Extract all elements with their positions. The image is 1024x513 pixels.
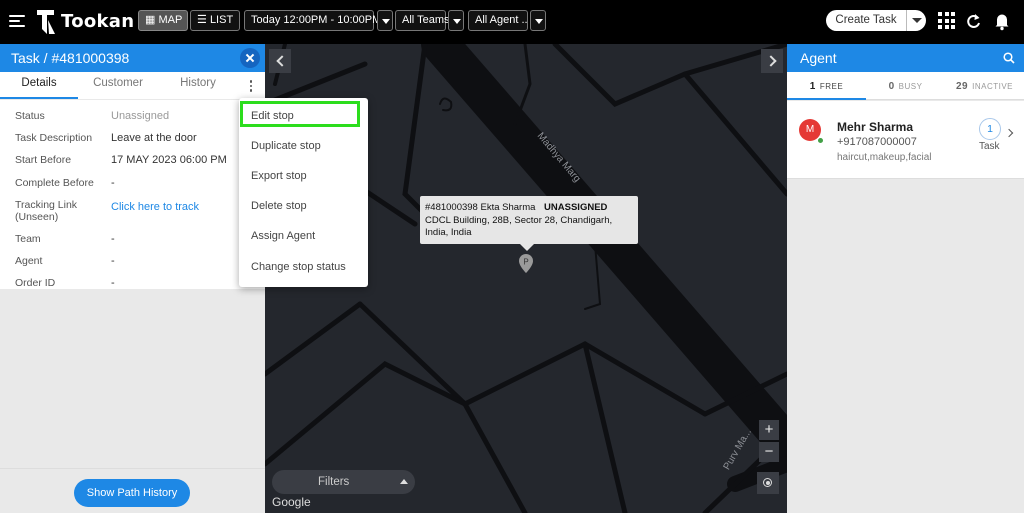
- agent-panel-header: Agent: [787, 44, 1024, 72]
- list-icon: ☰: [197, 14, 207, 26]
- tooltip-status: UNASSIGNED: [544, 202, 608, 213]
- tab-inactive-agents[interactable]: 29 INACTIVE: [945, 72, 1024, 100]
- tab-details[interactable]: Details: [0, 72, 78, 99]
- stop-actions-menu: Edit stop Duplicate stop Export stop Del…: [239, 98, 368, 287]
- tooltip-task-id: #481000398: [425, 202, 478, 213]
- detail-label: Order ID: [15, 277, 56, 289]
- team-filter-value: All Teams: [402, 14, 450, 26]
- map-icon: ▦: [145, 14, 156, 26]
- detail-value: Unassigned: [111, 110, 170, 122]
- menu-item-delete-stop[interactable]: Delete stop: [251, 200, 307, 212]
- logo-text: Tookan: [61, 11, 135, 32]
- tab-customer[interactable]: Customer: [78, 72, 158, 99]
- tab-count: 29: [955, 81, 969, 92]
- map-view-button[interactable]: ▦ MAP: [138, 10, 188, 31]
- tab-count: 1: [809, 81, 816, 92]
- tab-busy-agents[interactable]: 0 BUSY: [866, 72, 945, 100]
- tooltip-customer: Ekta Sharma: [480, 202, 536, 213]
- collapse-left-panel-chevron-icon[interactable]: [269, 49, 291, 73]
- detail-label: Agent: [15, 255, 43, 267]
- agent-panel-title: Agent: [800, 50, 837, 66]
- menu-item-duplicate-stop[interactable]: Duplicate stop: [251, 140, 321, 152]
- menu-item-edit-stop[interactable]: Edit stop: [251, 110, 294, 122]
- notification-bell-icon[interactable]: [993, 10, 1011, 32]
- hamburger-menu-icon[interactable]: [9, 15, 25, 27]
- list-view-button[interactable]: ☰ LIST: [190, 10, 240, 31]
- agent-tags: haircut,makeup,facial: [837, 152, 932, 163]
- create-task-button[interactable]: Create Task: [826, 10, 906, 31]
- detail-label: Complete Before: [15, 177, 94, 189]
- menu-item-assign-agent[interactable]: Assign Agent: [251, 230, 315, 242]
- task-details: Status Unassigned Task Description Leave…: [0, 100, 265, 289]
- time-filter-select[interactable]: Today 12:00PM - 10:00PM: [244, 10, 381, 31]
- agent-list-item[interactable]: M Mehr Sharma +917087000007 haircut,make…: [787, 101, 1024, 179]
- task-tabs: Details Customer History: [0, 72, 265, 99]
- refresh-icon[interactable]: [965, 10, 983, 32]
- filters-label: Filters: [318, 476, 350, 488]
- time-filter-value: Today 12:00PM - 10:00PM: [251, 14, 382, 26]
- top-bar: Tookan ▦ MAP ☰ LIST Today 12:00PM - 10:0…: [0, 0, 1024, 44]
- detail-value: -: [111, 277, 115, 289]
- detail-value: 17 MAY 2023 06:00 PM: [111, 154, 227, 166]
- show-path-history-button[interactable]: Show Path History: [74, 479, 190, 507]
- menu-item-export-stop[interactable]: Export stop: [251, 170, 307, 182]
- task-marker-tooltip: #481000398 Ekta Sharma UNASSIGNED CDCL B…: [420, 196, 638, 251]
- tab-count: 0: [888, 81, 895, 92]
- time-filter-chevron-down-icon[interactable]: [377, 10, 393, 31]
- my-location-icon[interactable]: [757, 472, 779, 494]
- detail-value: Leave at the door: [111, 132, 197, 144]
- detail-label: Status: [15, 110, 45, 122]
- task-location-pin-icon[interactable]: P: [518, 254, 534, 274]
- map-view-label: MAP: [158, 14, 183, 26]
- agent-filter-chevron-down-icon[interactable]: [530, 10, 546, 31]
- more-options-icon[interactable]: [246, 80, 256, 94]
- list-view-label: LIST: [209, 14, 234, 26]
- filters-button[interactable]: Filters: [272, 470, 415, 494]
- svg-text:P: P: [523, 258, 528, 267]
- detail-label: Tracking Link (Unseen): [15, 199, 78, 223]
- detail-value: -: [111, 233, 115, 245]
- zoom-out-button[interactable]: −: [759, 442, 779, 462]
- tab-label: INACTIVE: [972, 82, 1014, 91]
- tookan-logo-icon: [37, 10, 55, 34]
- search-icon[interactable]: [1003, 52, 1015, 64]
- create-task-chevron-down-icon[interactable]: [906, 10, 926, 31]
- tooltip-address: CDCL Building, 28B, Sector 28, Chandigar…: [425, 214, 613, 239]
- detail-label: Team: [15, 233, 41, 245]
- task-panel-header: Task / #481000398: [0, 44, 265, 72]
- detail-value: -: [111, 177, 115, 189]
- detail-label: Task Description: [15, 132, 93, 144]
- agent-phone: +917087000007: [837, 136, 917, 148]
- agent-name: Mehr Sharma: [837, 120, 914, 134]
- agent-filter-select[interactable]: All Agent ..: [468, 10, 528, 31]
- team-filter-chevron-down-icon[interactable]: [448, 10, 464, 31]
- tab-free-agents[interactable]: 1 FREE: [787, 72, 866, 100]
- agent-task-label: Task: [979, 141, 1000, 152]
- detail-label: Start Before: [15, 154, 72, 166]
- tracking-link[interactable]: Click here to track: [111, 201, 199, 213]
- task-panel: Task / #481000398 Details Customer Histo…: [0, 44, 265, 513]
- agent-task-count[interactable]: 1: [979, 118, 1001, 140]
- zoom-in-button[interactable]: +: [759, 420, 779, 440]
- apps-grid-icon[interactable]: [938, 12, 955, 29]
- google-logo: Google: [272, 495, 311, 509]
- chevron-right-icon[interactable]: [1004, 128, 1014, 138]
- menu-item-change-stop-status[interactable]: Change stop status: [251, 261, 346, 273]
- agent-panel: Agent 1 FREE 0 BUSY 29 INACTIVE M Mehr Shar…: [787, 44, 1024, 513]
- detail-value: -: [111, 255, 115, 267]
- close-icon[interactable]: [240, 48, 260, 68]
- online-status-icon: [817, 137, 824, 144]
- collapse-right-panel-chevron-icon[interactable]: [761, 49, 783, 73]
- agent-status-tabs: 1 FREE 0 BUSY 29 INACTIVE: [787, 72, 1024, 100]
- task-title: Task / #481000398: [11, 50, 130, 66]
- tab-label: FREE: [819, 82, 844, 91]
- tab-label: BUSY: [898, 82, 923, 91]
- agent-filter-value: All Agent ..: [475, 14, 528, 26]
- team-filter-select[interactable]: All Teams: [395, 10, 450, 31]
- tab-history[interactable]: History: [158, 72, 238, 99]
